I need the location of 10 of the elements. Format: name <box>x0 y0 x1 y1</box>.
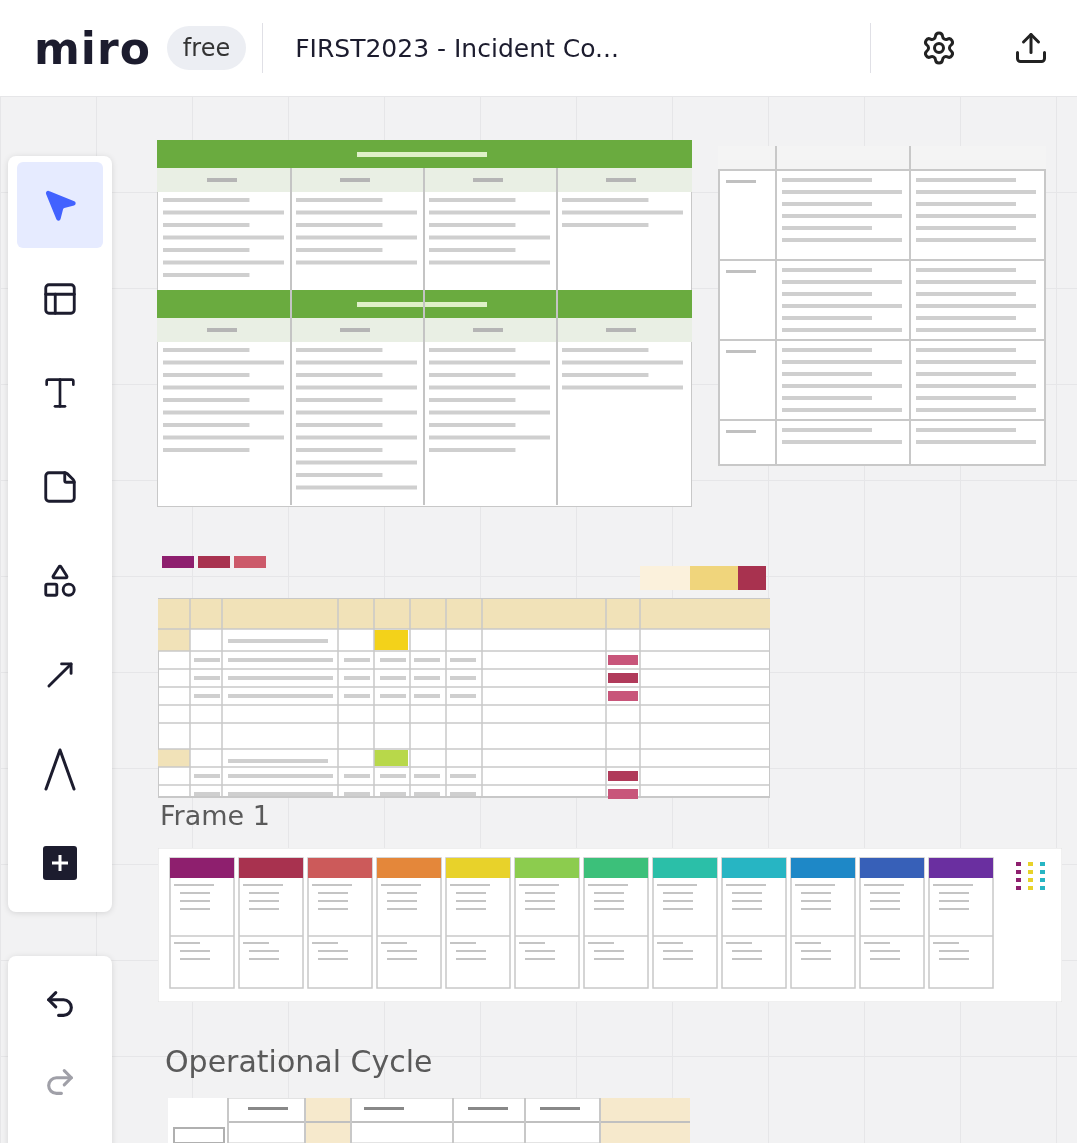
layout-icon <box>41 280 79 318</box>
board-title[interactable]: FIRST2023 - Incident Co... <box>279 33 854 63</box>
logo[interactable]: miro <box>34 22 151 74</box>
plan-badge[interactable]: free <box>166 26 247 70</box>
pen-icon <box>43 747 77 791</box>
sticky-note-icon <box>41 468 79 506</box>
frame-title: Operational Cycle <box>165 1044 433 1079</box>
shapes-icon <box>41 562 79 600</box>
plus-icon <box>43 846 77 880</box>
frame-title: Frame 1 <box>160 800 270 831</box>
